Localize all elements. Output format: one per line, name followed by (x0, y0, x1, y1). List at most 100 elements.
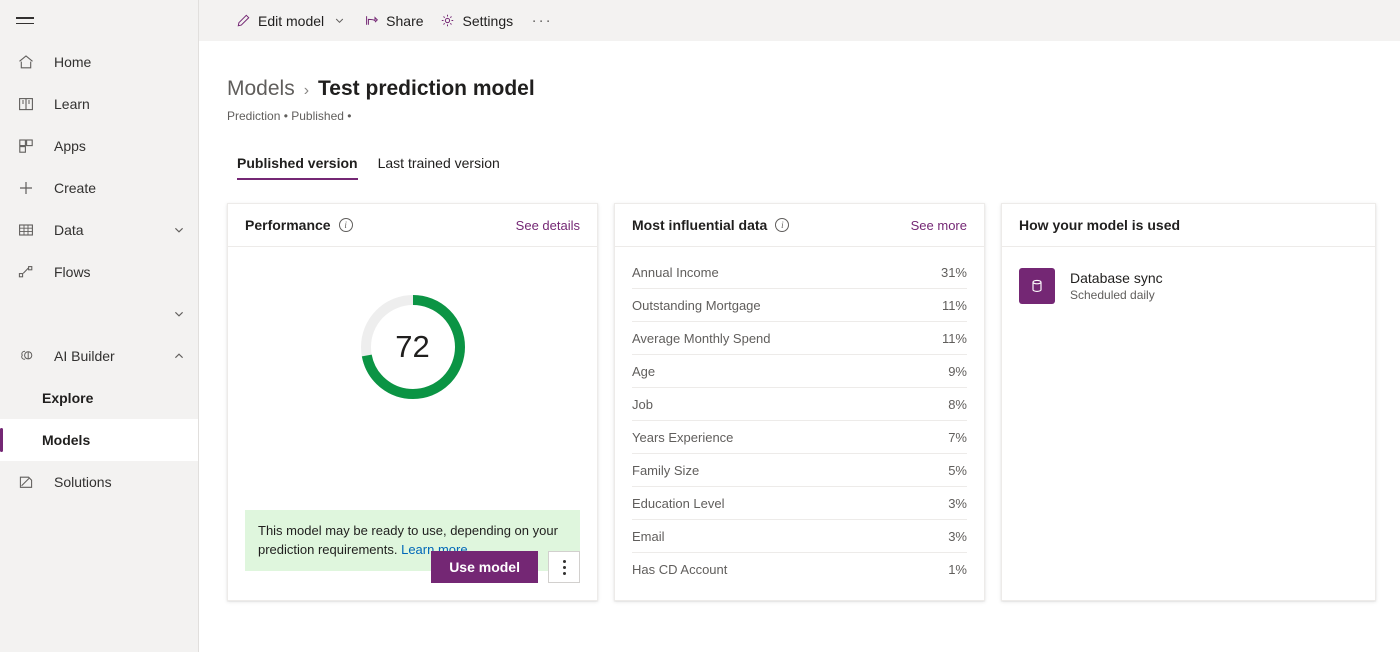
see-more-link[interactable]: See more (911, 218, 967, 233)
page-title: Test prediction model (318, 77, 535, 101)
influential-data-card: Most influential data i See more Annual … (614, 203, 985, 601)
chevron-down-icon[interactable] (172, 307, 186, 321)
usage-item-subtitle: Scheduled daily (1070, 288, 1163, 302)
performance-gauge: 72 (357, 291, 469, 403)
edit-model-button[interactable]: Edit model (227, 6, 355, 36)
influential-list: Annual Income 31% Outstanding Mortgage 1… (615, 256, 984, 586)
list-item[interactable]: Database sync Scheduled daily (1019, 268, 1358, 304)
main-area: Edit model Share Settings ··· (199, 0, 1400, 652)
breadcrumb-separator-icon: › (304, 82, 309, 100)
influential-value: 11% (942, 331, 967, 346)
app-root: Home Learn Apps Create Data (0, 0, 1400, 652)
sidebar-item-solutions[interactable]: Solutions (0, 461, 198, 503)
influential-name: Job (632, 397, 948, 412)
influential-value: 7% (948, 430, 967, 445)
influential-value: 11% (942, 298, 967, 313)
sidebar-item-create[interactable]: Create (0, 167, 198, 209)
usage-title: How your model is used (1019, 217, 1180, 233)
toolbar-overflow-button[interactable]: ··· (527, 6, 557, 36)
influential-name: Outstanding Mortgage (632, 298, 942, 313)
sidebar-item-models[interactable]: Models (0, 419, 198, 461)
share-button[interactable]: Share (355, 6, 431, 36)
sidebar-item-ai-builder[interactable]: AI Builder (0, 335, 198, 377)
sidebar-item-label: Solutions (54, 474, 186, 490)
sidebar-item-label: Create (54, 180, 186, 196)
sidebar-item-explore[interactable]: Explore (0, 377, 198, 419)
pencil-icon (235, 13, 251, 29)
info-icon[interactable]: i (339, 218, 353, 232)
apps-icon (16, 136, 36, 156)
sidebar-item-label: Data (54, 222, 172, 238)
sidebar-item-label: Apps (54, 138, 186, 154)
model-usage-card: How your model is used Database sync Sch… (1001, 203, 1376, 601)
sidebar-item-label: Flows (54, 264, 186, 280)
version-tabs: Published version Last trained version (227, 155, 1400, 180)
list-item: Average Monthly Spend 11% (632, 322, 967, 355)
see-details-link[interactable]: See details (516, 218, 580, 233)
edit-model-label: Edit model (258, 13, 324, 29)
influential-value: 31% (941, 265, 967, 280)
influential-name: Years Experience (632, 430, 948, 445)
table-icon (16, 220, 36, 240)
command-bar: Edit model Share Settings ··· (199, 0, 1400, 41)
hamburger-icon[interactable] (16, 15, 34, 27)
tab-last-trained-version[interactable]: Last trained version (368, 155, 510, 180)
influential-name: Annual Income (632, 265, 941, 280)
tab-published-version[interactable]: Published version (227, 155, 368, 180)
breadcrumb: Models › Test prediction model (227, 41, 1400, 101)
performance-card-header: Performance i See details (228, 204, 597, 247)
settings-button[interactable]: Settings (432, 6, 522, 36)
gear-icon (440, 13, 456, 29)
ai-builder-icon (16, 346, 36, 366)
hamburger-row (0, 0, 198, 41)
usage-item-title: Database sync (1070, 270, 1163, 286)
info-icon[interactable]: i (775, 218, 789, 232)
influential-name: Family Size (632, 463, 948, 478)
performance-gauge-wrap: 72 (245, 247, 580, 403)
sidebar-item-flows[interactable]: Flows (0, 251, 198, 293)
page-content: Models › Test prediction model Predictio… (199, 41, 1400, 601)
performance-body: 72 This model may be ready to use, depen… (228, 247, 597, 601)
book-icon (16, 94, 36, 114)
usage-list: Database sync Scheduled daily (1002, 247, 1375, 304)
list-item: Family Size 5% (632, 454, 967, 487)
influential-value: 8% (948, 397, 967, 412)
performance-card: Performance i See details 72 (227, 203, 598, 601)
sidebar-item-label: Home (54, 54, 186, 70)
list-item: Years Experience 7% (632, 421, 967, 454)
performance-actions: Use model (431, 551, 580, 583)
usage-item-text: Database sync Scheduled daily (1070, 270, 1163, 302)
plus-icon (16, 178, 36, 198)
influential-value: 5% (948, 463, 967, 478)
sidebar-item-data[interactable]: Data (0, 209, 198, 251)
influential-name: Average Monthly Spend (632, 331, 942, 346)
sidebar-collapsed-section[interactable] (0, 293, 198, 335)
chevron-down-icon[interactable] (172, 223, 186, 237)
more-vertical-icon[interactable] (548, 551, 580, 583)
performance-score: 72 (357, 291, 469, 403)
sidebar-item-learn[interactable]: Learn (0, 83, 198, 125)
influential-name: Education Level (632, 496, 948, 511)
list-item: Job 8% (632, 388, 967, 421)
breadcrumb-parent-link[interactable]: Models (227, 77, 295, 101)
performance-title: Performance (245, 217, 331, 233)
influential-value: 3% (948, 496, 967, 511)
share-label: Share (386, 13, 423, 29)
list-item: Email 3% (632, 520, 967, 553)
chevron-up-icon[interactable] (172, 349, 186, 363)
chevron-down-icon[interactable] (331, 13, 347, 29)
sidebar-item-label: AI Builder (54, 348, 172, 364)
influential-value: 9% (948, 364, 967, 379)
empty-icon (16, 304, 36, 324)
database-icon (1019, 268, 1055, 304)
influential-card-header: Most influential data i See more (615, 204, 984, 247)
sidebar-item-home[interactable]: Home (0, 41, 198, 83)
sidebar: Home Learn Apps Create Data (0, 0, 199, 652)
sidebar-item-apps[interactable]: Apps (0, 125, 198, 167)
influential-name: Has CD Account (632, 562, 948, 577)
flows-icon (16, 262, 36, 282)
list-item: Has CD Account 1% (632, 553, 967, 586)
model-subtitle: Prediction • Published • (227, 109, 1400, 123)
usage-card-header: How your model is used (1002, 204, 1375, 247)
use-model-button[interactable]: Use model (431, 551, 538, 583)
